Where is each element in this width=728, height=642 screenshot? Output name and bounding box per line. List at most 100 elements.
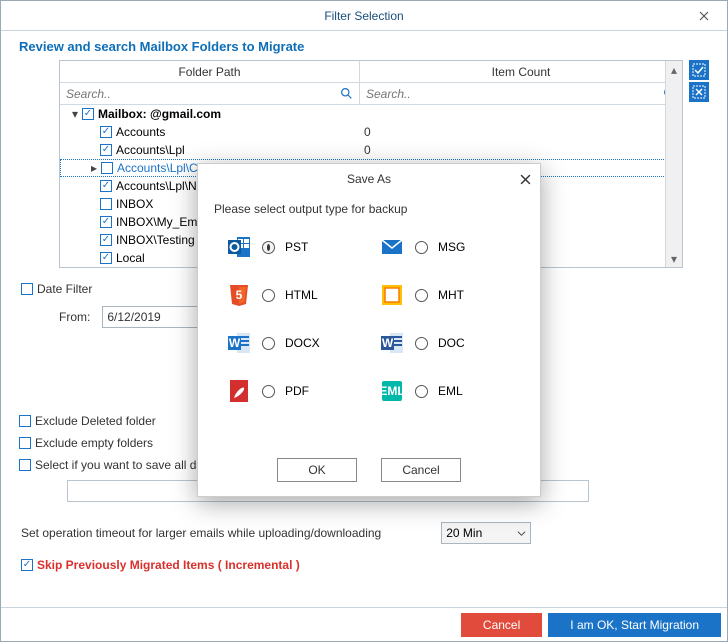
col-header-folder-path[interactable]: Folder Path: [60, 61, 360, 82]
svg-text:5: 5: [236, 288, 243, 302]
skip-migrated-label: Skip Previously Migrated Items ( Increme…: [37, 558, 300, 572]
format-option-docx[interactable]: W DOCX: [226, 330, 359, 356]
mail-icon: [379, 234, 405, 260]
dialog-cancel-button[interactable]: Cancel: [381, 458, 461, 482]
skip-migrated-checkbox[interactable]: ✓: [21, 559, 33, 571]
save-all-label: Select if you want to save all dat: [35, 458, 206, 472]
tree-expander: [88, 181, 98, 191]
outlook-icon: [226, 234, 252, 260]
format-radio[interactable]: [262, 241, 275, 254]
vertical-scrollbar[interactable]: ▴ ▾: [665, 61, 682, 267]
grid-search-row: [60, 83, 682, 105]
wordx-icon: W: [226, 330, 252, 356]
pdf-icon: [226, 378, 252, 404]
table-row[interactable]: ▾✓ Mailbox: @gmail.com: [60, 105, 682, 123]
table-row[interactable]: ✓Accounts\Lpl0: [60, 141, 682, 159]
format-radio[interactable]: [262, 289, 275, 302]
format-option-pdf[interactable]: PDF: [226, 378, 359, 404]
format-option-doc[interactable]: W DOC: [379, 330, 512, 356]
scroll-up-button[interactable]: ▴: [666, 61, 682, 78]
tree-expander[interactable]: ▸: [89, 163, 99, 173]
tree-expander: [88, 199, 98, 209]
select-all-button[interactable]: [689, 60, 709, 80]
row-count: 0: [360, 125, 682, 139]
chevron-down-icon: [517, 529, 526, 538]
svg-text:EML: EML: [379, 384, 404, 398]
save-all-checkbox[interactable]: ✓: [19, 459, 31, 471]
row-checkbox[interactable]: ✓: [100, 144, 112, 156]
row-checkbox[interactable]: ✓: [101, 162, 113, 174]
exclude-empty-label: Exclude empty folders: [35, 436, 153, 450]
window-close-button[interactable]: [681, 1, 727, 31]
dialog-ok-button[interactable]: OK: [277, 458, 357, 482]
date-filter-label: Date Filter: [37, 282, 92, 296]
format-option-mht[interactable]: MHT: [379, 282, 512, 308]
cancel-button[interactable]: Cancel: [461, 613, 542, 637]
word-icon: W: [379, 330, 405, 356]
format-option-pst[interactable]: PST: [226, 234, 359, 260]
dialog-title-text: Save As: [347, 172, 391, 186]
row-checkbox[interactable]: ✓: [100, 252, 112, 264]
html5-icon: 5: [226, 282, 252, 308]
search-folder-input[interactable]: [66, 87, 353, 101]
format-label: DOC: [438, 336, 465, 350]
row-label: Local: [116, 251, 145, 265]
row-label: INBOX: [116, 197, 153, 211]
uncheck-all-icon: [692, 85, 706, 99]
format-radio[interactable]: [262, 337, 275, 350]
grid-header: Folder Path Item Count: [60, 61, 682, 83]
row-checkbox[interactable]: ✓: [82, 108, 94, 120]
format-label: PST: [285, 240, 308, 254]
tree-expander: [88, 145, 98, 155]
mht-icon: [379, 282, 405, 308]
format-radio[interactable]: [415, 241, 428, 254]
row-checkbox[interactable]: ✓: [100, 216, 112, 228]
tree-expander: [88, 235, 98, 245]
row-count: 0: [360, 143, 682, 157]
format-option-html[interactable]: 5HTML: [226, 282, 359, 308]
deselect-all-button[interactable]: [689, 82, 709, 102]
format-radio[interactable]: [415, 385, 428, 398]
eml-icon: EML: [379, 378, 405, 404]
date-filter-checkbox[interactable]: ✓: [21, 283, 33, 295]
from-date-value: 6/12/2019: [107, 310, 160, 324]
search-count-input[interactable]: [366, 87, 676, 101]
check-all-icon: [692, 63, 706, 77]
row-label: INBOX\My_Email: [116, 215, 209, 229]
row-checkbox[interactable]: ✓: [100, 234, 112, 246]
window-title: Filter Selection: [324, 9, 403, 23]
format-label: EML: [438, 384, 463, 398]
page-heading: Review and search Mailbox Folders to Mig…: [1, 31, 727, 60]
exclude-empty-checkbox[interactable]: ✓: [19, 437, 31, 449]
start-migration-button[interactable]: I am OK, Start Migration: [548, 613, 721, 637]
row-label: Mailbox: @gmail.com: [98, 107, 221, 121]
table-row[interactable]: ✓ Accounts 0: [60, 123, 682, 141]
timeout-label: Set operation timeout for larger emails …: [21, 526, 381, 540]
close-icon: [699, 11, 709, 21]
dialog-message: Please select output type for backup: [198, 194, 540, 226]
close-icon: [520, 174, 531, 185]
row-checkbox[interactable]: ✓: [100, 126, 112, 138]
row-label: Accounts: [116, 125, 165, 139]
tree-expander: [88, 217, 98, 227]
timeout-select[interactable]: 20 Min: [441, 522, 531, 544]
format-radio[interactable]: [415, 289, 428, 302]
from-label: From:: [59, 310, 90, 324]
dialog-close-button[interactable]: [516, 170, 534, 188]
format-option-msg[interactable]: MSG: [379, 234, 512, 260]
col-header-item-count[interactable]: Item Count: [360, 61, 682, 82]
row-checkbox[interactable]: ✓: [100, 180, 112, 192]
exclude-deleted-checkbox[interactable]: ✓: [19, 415, 31, 427]
dialog-title: Save As: [198, 164, 540, 194]
search-icon: [340, 87, 353, 100]
save-as-dialog: Save As Please select output type for ba…: [197, 163, 541, 497]
row-checkbox[interactable]: ✓: [100, 198, 112, 210]
tree-expander[interactable]: ▾: [70, 109, 80, 119]
format-option-eml[interactable]: EML EML: [379, 378, 512, 404]
scroll-down-button[interactable]: ▾: [666, 250, 682, 267]
format-label: DOCX: [285, 336, 320, 350]
format-radio[interactable]: [415, 337, 428, 350]
titlebar: Filter Selection: [1, 1, 727, 31]
format-radio[interactable]: [262, 385, 275, 398]
format-grid: PST MSG 5HTML MHT W DOCX W DOC PDF EML EML: [198, 226, 540, 412]
